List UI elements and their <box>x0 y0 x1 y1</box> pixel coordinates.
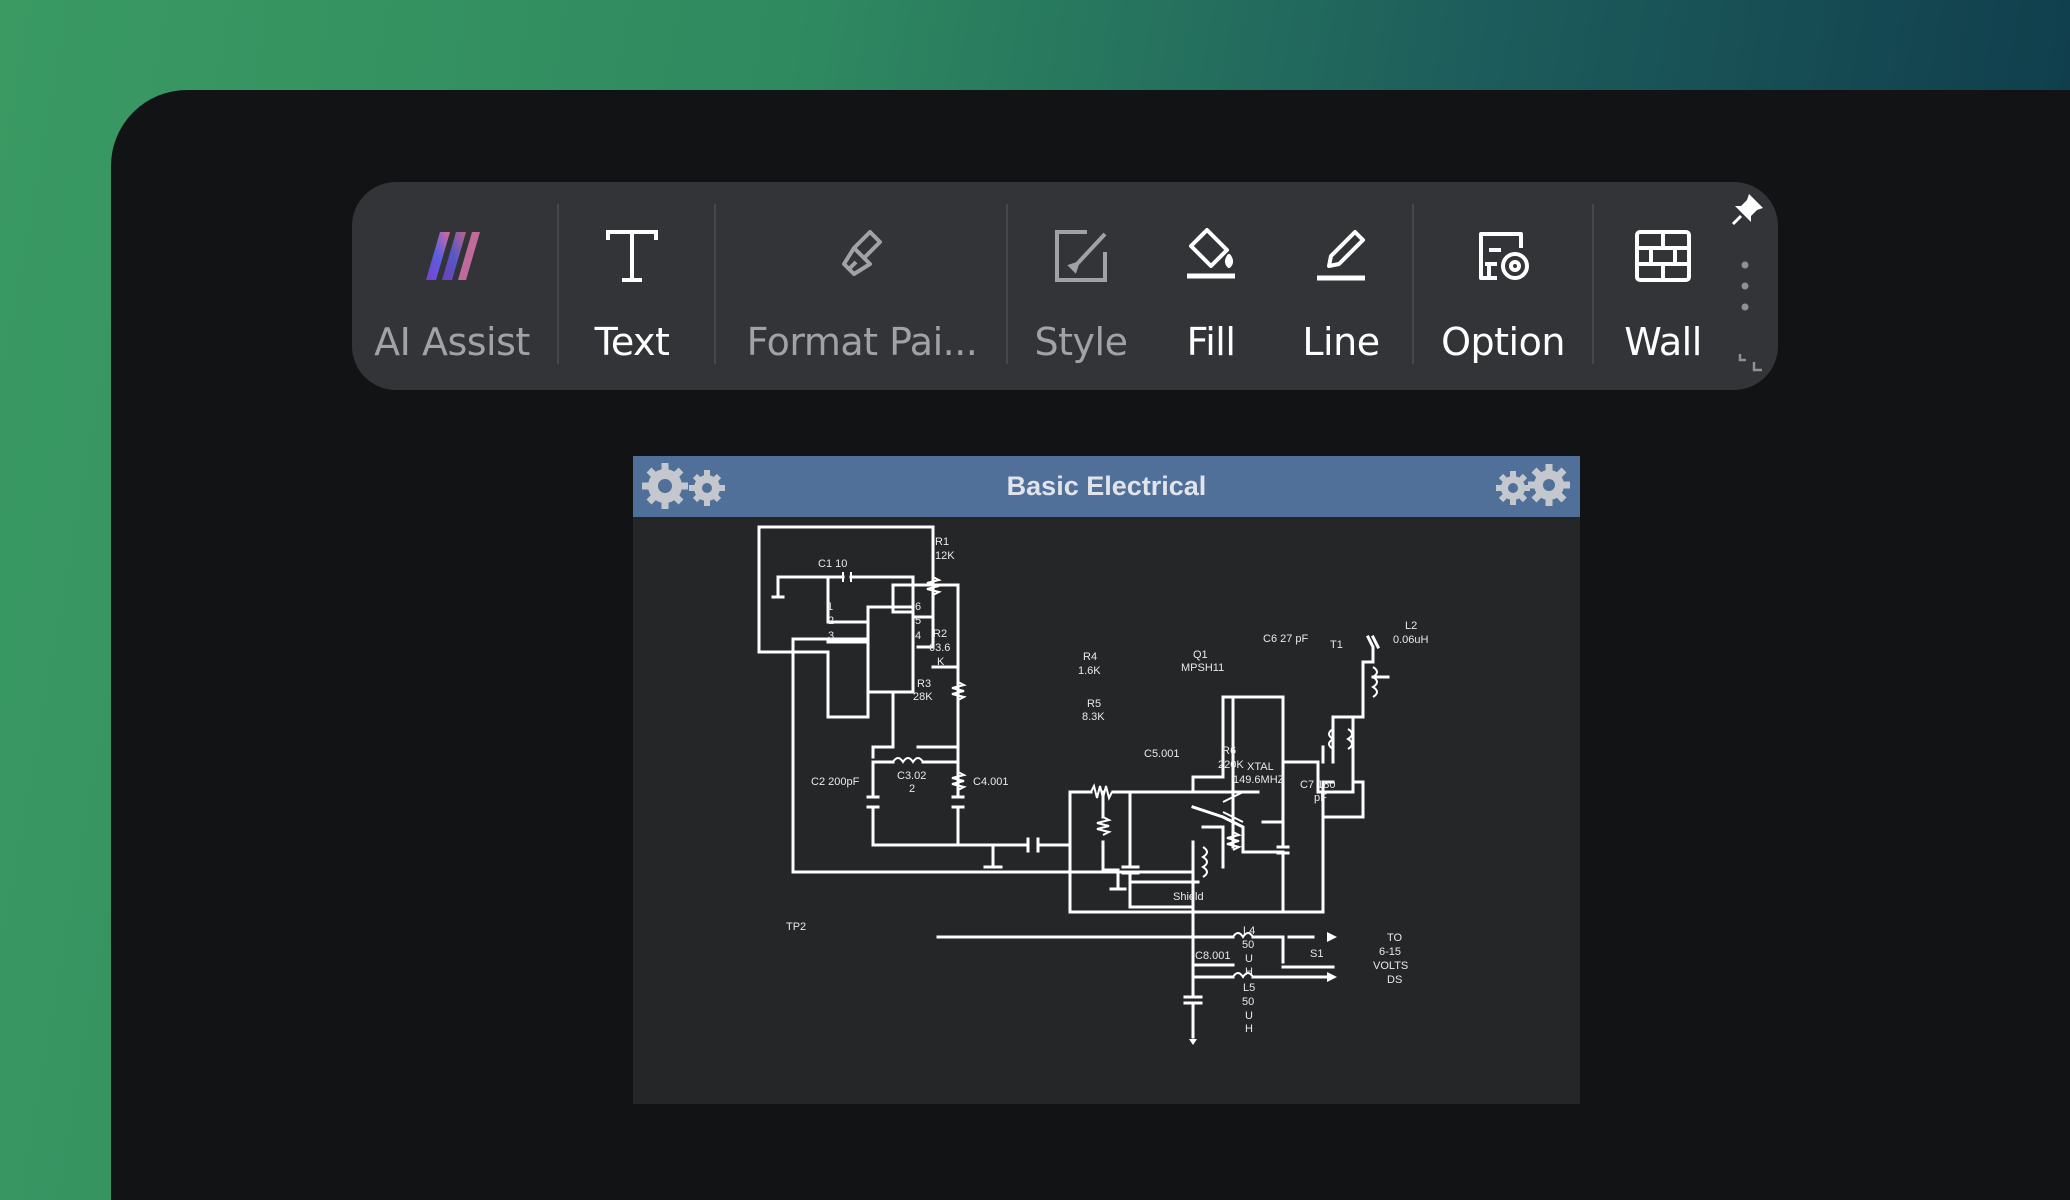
label-shield: Shield <box>1173 891 1204 903</box>
style-label: Style <box>1034 320 1128 364</box>
toolbar-divider <box>1592 204 1594 364</box>
label-c3a: C3.02 <box>897 770 926 782</box>
label-t1: T1 <box>1330 639 1343 651</box>
label-c7b: pF <box>1314 792 1327 804</box>
text-label: Text <box>594 320 670 364</box>
canvas-title-bar: Basic Electrical <box>633 456 1580 517</box>
label-pin4: 4 <box>915 630 921 642</box>
option-button[interactable]: Option <box>1418 182 1588 390</box>
text-icon <box>600 224 664 288</box>
label-r5b: 8.3K <box>1082 711 1105 723</box>
label-l5a: L5 <box>1243 982 1255 994</box>
label-c4: C4.001 <box>973 776 1008 788</box>
label-r2b: 63.6 <box>929 642 950 654</box>
label-pin1: 1 <box>827 601 833 613</box>
label-r6b: 220K <box>1218 759 1244 771</box>
app-window: AI Assist Text Format Pai... Style Fill … <box>111 90 2070 1200</box>
label-l4a: L4 <box>1243 925 1255 937</box>
label-l2a: L2 <box>1405 620 1417 632</box>
label-r2a: R2 <box>933 628 947 640</box>
label-r2c: K <box>937 656 945 668</box>
label-s1: S1 <box>1310 948 1323 960</box>
label-l4c: U <box>1245 953 1253 965</box>
label-c2: C2 200pF <box>811 776 860 788</box>
toolbar-divider <box>1006 204 1008 364</box>
canvas-title: Basic Electrical <box>1006 471 1207 501</box>
format-painter-label: Format Pai... <box>746 320 978 364</box>
line-label: Line <box>1302 320 1380 364</box>
label-r1b: 12K <box>935 550 955 562</box>
label-r4a: R4 <box>1083 651 1097 663</box>
wall-icon <box>1631 224 1695 288</box>
style-icon <box>1049 224 1113 288</box>
style-button[interactable]: Style <box>1016 182 1146 390</box>
paintbrush-icon <box>830 224 894 288</box>
label-l5b: 50 <box>1242 996 1254 1008</box>
paint-bucket-icon <box>1179 224 1243 288</box>
label-r3b: 28K <box>913 691 933 703</box>
label-pin6: 6 <box>915 601 921 613</box>
label-pin5: 5 <box>915 615 921 627</box>
ai-assist-button[interactable]: AI Assist <box>357 182 547 390</box>
label-r3a: R3 <box>917 678 931 690</box>
option-gear-icon <box>1471 224 1535 288</box>
ribbon-toolbar: AI Assist Text Format Pai... Style Fill … <box>352 182 1778 390</box>
label-xtala: XTAL <box>1247 761 1274 773</box>
line-button[interactable]: Line <box>1276 182 1406 390</box>
label-l4b: 50 <box>1242 939 1254 951</box>
label-q1a: Q1 <box>1193 649 1208 661</box>
ai-assist-label: AI Assist <box>374 320 530 364</box>
wall-label: Wall <box>1624 320 1702 364</box>
toolbar-divider <box>1412 204 1414 364</box>
pin-icon[interactable] <box>1729 190 1767 228</box>
label-c6: C6 27 pF <box>1263 633 1309 645</box>
label-r4b: 1.6K <box>1078 665 1101 677</box>
more-vertical-icon[interactable] <box>1740 260 1750 312</box>
label-l4d: H <box>1245 966 1253 978</box>
label-tp2: TP2 <box>786 921 806 933</box>
text-button[interactable]: Text <box>562 182 702 390</box>
label-c8: C8.001 <box>1195 950 1230 962</box>
label-to-a: TO <box>1387 932 1403 944</box>
label-c1: C1 10 <box>818 558 847 570</box>
option-label: Option <box>1441 320 1565 364</box>
format-painter-button[interactable]: Format Pai... <box>722 182 1002 390</box>
label-to-d: DS <box>1387 974 1402 986</box>
toolbar-divider <box>714 204 716 364</box>
fill-button[interactable]: Fill <box>1146 182 1276 390</box>
ai-assist-icon <box>420 224 484 288</box>
pen-line-icon <box>1309 224 1373 288</box>
label-to-c: VOLTS <box>1373 960 1408 972</box>
label-pin3: 3 <box>828 630 834 642</box>
label-c7a: C7 180 <box>1300 779 1335 791</box>
label-r5a: R5 <box>1087 698 1101 710</box>
label-to-b: 6-15 <box>1379 946 1401 958</box>
fill-label: Fill <box>1186 320 1236 364</box>
label-l2b: 0.06uH <box>1393 634 1429 646</box>
label-c3b: 2 <box>909 783 915 795</box>
label-l5d: H <box>1245 1023 1253 1035</box>
wall-button[interactable]: Wall <box>1598 182 1728 390</box>
resize-handle-icon[interactable] <box>1732 342 1766 376</box>
label-r6a: R6 <box>1222 745 1236 757</box>
toolbar-divider <box>557 204 559 364</box>
gears-icon[interactable] <box>1493 461 1573 511</box>
label-q1b: MPSH11 <box>1181 662 1224 674</box>
label-xtalb: 149.6MHZ <box>1233 774 1285 786</box>
label-pin2: 2 <box>828 615 834 627</box>
electrical-schematic: C1 10 R1 12K 1 2 3 6 5 4 R2 63.6 K R3 28… <box>757 525 1429 1045</box>
label-r1a: R1 <box>935 536 949 548</box>
label-l5c: U <box>1245 1010 1253 1022</box>
label-c5: C5.001 <box>1144 748 1179 760</box>
drawing-canvas[interactable]: Basic Electrical C1 10 R1 12K 1 2 3 6 5 … <box>633 456 1580 1104</box>
